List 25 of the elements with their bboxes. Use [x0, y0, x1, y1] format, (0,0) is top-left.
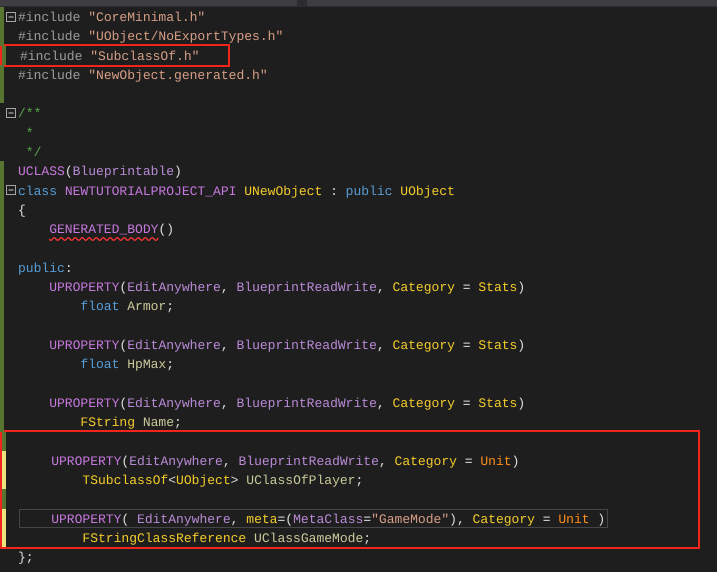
- code-line: *: [24, 124, 35, 142]
- code-line: class NEWTUTORIALPROJECT_API UNewObject : public UObject: [17, 182, 456, 200]
- code-line: TSubclassOf<UObject> UClassOfPlayer;: [81, 472, 364, 490]
- code-line: };: [17, 549, 35, 567]
- code-line: float HpMax;: [79, 356, 176, 374]
- code-line: /**: [17, 105, 42, 123]
- code-line: UPROPERTY(EditAnywhere, BlueprintReadWrite, Category = Stats): [48, 279, 526, 296]
- code-line: float Armor;: [79, 298, 176, 316]
- code-line: #include "UObject/NoExportTypes.h": [17, 28, 284, 46]
- code-line: #include "SubclassOf.h": [19, 48, 200, 65]
- code-line: #include "NewObject.generated.h": [17, 66, 269, 84]
- code-line: FStringClassReference UClassGameMode;: [81, 530, 372, 548]
- collapse-icon[interactable]: [6, 12, 16, 22]
- code-line: GENERATED_BODY(): [48, 221, 176, 239]
- collapse-icon[interactable]: [6, 108, 16, 118]
- code-line: UCLASS(Blueprintable): [17, 163, 183, 181]
- code-line: #include "CoreMinimal.h": [17, 9, 206, 26]
- code-line: UPROPERTY(EditAnywhere, BlueprintReadWrite, Category = Stats): [48, 337, 526, 354]
- collapse-icon[interactable]: [6, 185, 16, 196]
- code-line: */: [24, 144, 42, 162]
- code-line: UPROPERTY(EditAnywhere, BlueprintReadWrite, Category = Unit): [50, 452, 520, 470]
- code-line: FString Name;: [79, 414, 183, 432]
- code-line: {: [17, 202, 27, 220]
- code-line: UPROPERTY(EditAnywhere, BlueprintReadWrite, Category = Stats): [48, 394, 526, 412]
- code-line: public:: [17, 260, 74, 278]
